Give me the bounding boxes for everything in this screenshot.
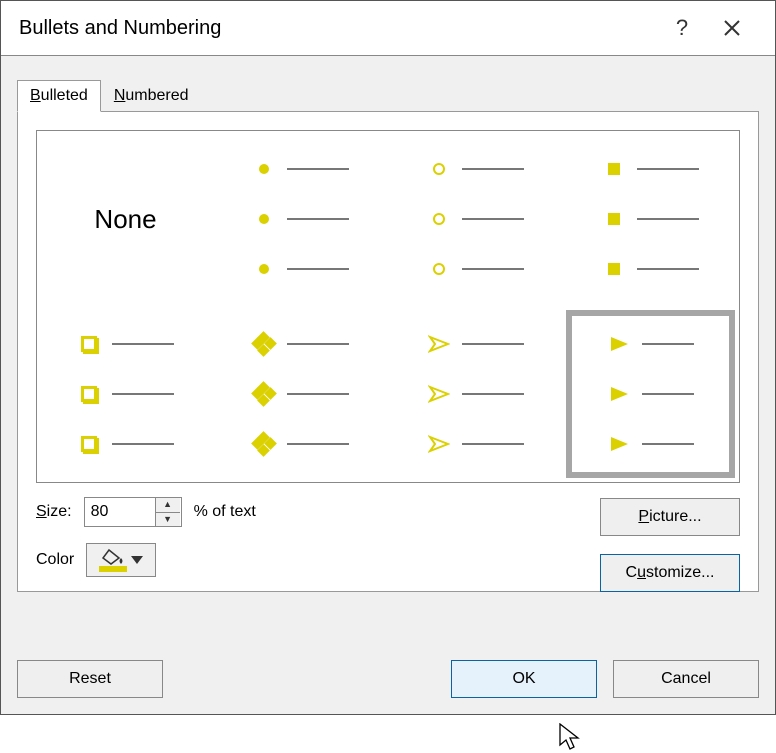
size-suffix: % of text xyxy=(194,497,256,521)
titlebar: Bullets and Numbering ? xyxy=(1,1,775,56)
four-diamonds-icon xyxy=(253,333,275,355)
open-circle-icon xyxy=(433,163,445,175)
help-button[interactable]: ? xyxy=(657,15,707,41)
shadow-box-icon xyxy=(81,336,97,352)
bullet-option-filled-square[interactable] xyxy=(566,135,735,304)
size-spin-up[interactable]: ▲ xyxy=(156,498,180,513)
size-spinner[interactable]: ▲ ▼ xyxy=(84,497,182,527)
bullet-option-open-circle[interactable] xyxy=(391,135,560,304)
close-button[interactable] xyxy=(707,19,757,37)
color-label: Color xyxy=(36,551,74,569)
bullets-numbering-dialog: Bullets and Numbering ? Bulleted Numbere… xyxy=(0,0,776,715)
bullet-style-grid: None xyxy=(36,130,740,483)
size-spin-down[interactable]: ▼ xyxy=(156,513,180,527)
bullet-option-four-diamonds[interactable] xyxy=(216,310,385,479)
right-buttons: Picture... Customize... xyxy=(600,498,740,592)
dialog-body: Bulleted Numbered None xyxy=(1,56,775,714)
bullet-option-arrowhead-outline[interactable] xyxy=(391,310,560,479)
color-swatch xyxy=(99,566,127,572)
size-label: Size: xyxy=(36,497,72,521)
arrowhead-solid-icon xyxy=(608,333,630,355)
tab-strip: Bulleted Numbered xyxy=(17,76,759,112)
tab-bulleted[interactable]: Bulleted xyxy=(17,80,101,112)
bullet-option-shadow-box[interactable] xyxy=(41,310,210,479)
footer-buttons: Reset OK Cancel xyxy=(17,660,759,698)
bullet-option-filled-dot[interactable] xyxy=(216,135,385,304)
filled-dot-icon xyxy=(259,164,269,174)
dropdown-caret-icon xyxy=(131,556,143,564)
ok-button[interactable]: OK xyxy=(451,660,597,698)
dialog-title: Bullets and Numbering xyxy=(19,17,657,40)
none-label: None xyxy=(94,204,156,235)
close-icon xyxy=(723,19,741,37)
bullet-option-arrowhead-solid[interactable] xyxy=(566,310,735,479)
size-input[interactable] xyxy=(85,498,155,526)
reset-button[interactable]: Reset xyxy=(17,660,163,698)
customize-button[interactable]: Customize... xyxy=(600,554,740,592)
arrowhead-outline-icon xyxy=(428,333,450,355)
picture-button[interactable]: Picture... xyxy=(600,498,740,536)
cancel-button[interactable]: Cancel xyxy=(613,660,759,698)
color-picker[interactable] xyxy=(86,543,156,577)
tab-page-bulleted: None xyxy=(17,112,759,592)
tab-underline xyxy=(17,111,759,112)
tab-numbered[interactable]: Numbered xyxy=(101,80,202,112)
filled-square-icon xyxy=(608,163,620,175)
bullet-option-none[interactable]: None xyxy=(41,135,210,304)
mouse-cursor-icon xyxy=(559,723,583,753)
paint-bucket-icon xyxy=(99,548,127,566)
